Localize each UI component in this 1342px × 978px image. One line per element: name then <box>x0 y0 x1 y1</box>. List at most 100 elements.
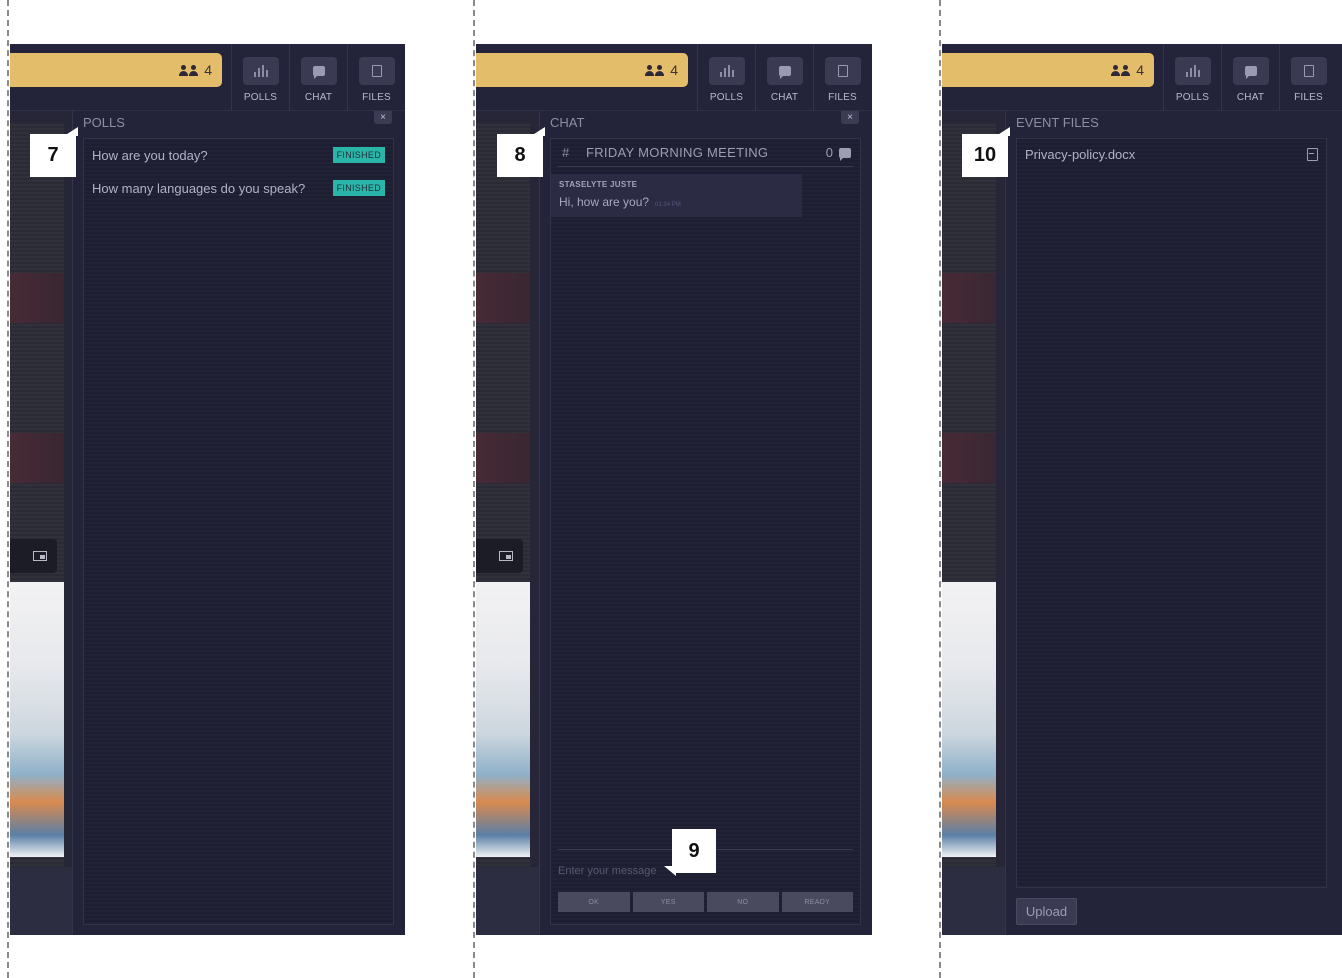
message-time: 01:34 PM <box>655 202 681 208</box>
chat-bubble-icon <box>839 147 851 161</box>
quick-reply-no-button[interactable]: NO <box>707 892 779 912</box>
file-icon <box>372 65 382 77</box>
message-author: STASELYTE JUSTE <box>559 180 638 189</box>
poll-icon <box>254 65 268 77</box>
picture-in-picture-icon[interactable] <box>33 551 47 561</box>
video-controls <box>476 539 523 573</box>
files-button[interactable] <box>1291 57 1327 85</box>
tab-label: FILES <box>1294 92 1323 103</box>
hash-icon: # <box>562 145 570 160</box>
page: 4 POLLS CHAT FILES POLLS × How are you t… <box>0 0 1342 978</box>
close-button[interactable]: × <box>374 111 392 124</box>
chat-button[interactable] <box>767 57 803 85</box>
callout-pointer <box>64 127 78 136</box>
tab-files[interactable]: FILES <box>813 44 871 111</box>
file-icon <box>838 65 848 77</box>
tab-chat[interactable]: CHAT <box>289 44 347 111</box>
event-bar: 4 <box>476 53 688 87</box>
file-item[interactable]: Privacy-policy.docx <box>1025 143 1318 165</box>
message-count: 0 <box>825 145 833 160</box>
polls-panel: POLLS × How are you today? FINISHED How … <box>72 111 405 935</box>
chat-panel: CHAT × # FRIDAY MORNING MEETING 0 STASEL… <box>539 111 872 935</box>
bottom-bar <box>942 867 1005 935</box>
tab-files[interactable]: FILES <box>1279 44 1337 111</box>
callout-pointer <box>531 127 545 136</box>
download-file-icon[interactable] <box>1307 147 1318 161</box>
dashed-divider <box>473 0 475 978</box>
video-strip <box>476 111 539 935</box>
tab-label: POLLS <box>243 92 278 103</box>
participant-count: 4 <box>1136 62 1144 78</box>
poll-question: How many languages do you speak? <box>92 180 306 196</box>
participants-indicator[interactable]: 4 <box>1111 62 1144 78</box>
poll-item[interactable]: How are you today? FINISHED <box>92 141 385 169</box>
bottom-bar <box>10 867 73 935</box>
participant-video <box>476 582 530 857</box>
participant-count: 4 <box>670 62 678 78</box>
callout-badge: 8 <box>497 134 543 177</box>
polls-button[interactable] <box>709 57 745 85</box>
panel-title: POLLS <box>83 115 125 130</box>
participants-indicator[interactable]: 4 <box>179 62 212 78</box>
tab-label: CHAT <box>1236 92 1265 103</box>
message-text-line: Hi, how are you? 01:34 PM <box>559 195 681 209</box>
channel-header[interactable]: # FRIDAY MORNING MEETING 0 <box>558 139 853 167</box>
dashed-divider <box>7 0 9 978</box>
video-detail <box>942 433 996 483</box>
chat-icon <box>779 66 791 79</box>
close-button[interactable]: × <box>841 111 859 124</box>
top-bar: 4 POLLS CHAT FILES <box>10 44 405 111</box>
tab-chat[interactable]: CHAT <box>1221 44 1279 111</box>
tab-polls[interactable]: POLLS <box>1163 44 1221 111</box>
channel-name: FRIDAY MORNING MEETING <box>586 145 769 160</box>
files-button[interactable] <box>825 57 861 85</box>
chat-button[interactable] <box>301 57 337 85</box>
tab-label: FILES <box>828 92 857 103</box>
status-badge: FINISHED <box>332 147 385 163</box>
files-button[interactable] <box>359 57 395 85</box>
file-icon <box>1304 65 1314 77</box>
callout-pointer <box>996 127 1010 136</box>
dashed-divider <box>939 0 941 978</box>
poll-icon <box>720 65 734 77</box>
callout-pointer <box>664 866 676 876</box>
quick-reply-ok-button[interactable]: OK <box>558 892 630 912</box>
tab-polls[interactable]: POLLS <box>697 44 755 111</box>
tab-label: POLLS <box>1175 92 1210 103</box>
tab-files[interactable]: FILES <box>347 44 405 111</box>
tab-chat[interactable]: CHAT <box>755 44 813 111</box>
poll-icon <box>1186 65 1200 77</box>
message-text: Hi, how are you? <box>559 195 650 209</box>
participants-indicator[interactable]: 4 <box>645 62 678 78</box>
chat-icon <box>313 66 325 79</box>
quick-reply-yes-button[interactable]: YES <box>632 892 704 912</box>
participant-count: 4 <box>204 62 212 78</box>
tab-label: FILES <box>362 92 391 103</box>
video-strip <box>942 111 1005 935</box>
top-bar: 4 POLLS CHAT FILES <box>942 44 1342 111</box>
polls-list: How are you today? FINISHED How many lan… <box>83 138 394 925</box>
event-bar: 4 <box>10 53 222 87</box>
polls-button[interactable] <box>243 57 279 85</box>
tab-label: CHAT <box>304 92 333 103</box>
chat-body: # FRIDAY MORNING MEETING 0 STASELYTE JUS… <box>550 138 861 925</box>
poll-item[interactable]: How many languages do you speak? FINISHE… <box>92 174 385 202</box>
app-window-chat: 4 POLLS CHAT FILES CHAT × # FRIDAY MORNI… <box>476 44 872 935</box>
message-input[interactable] <box>558 861 758 881</box>
chat-message: STASELYTE JUSTE Hi, how are you? 01:34 PM <box>551 174 802 217</box>
chat-button[interactable] <box>1233 57 1269 85</box>
people-icon <box>1111 64 1131 76</box>
panel-title: CHAT <box>550 115 585 130</box>
polls-button[interactable] <box>1175 57 1211 85</box>
callout-badge: 7 <box>30 134 76 177</box>
picture-in-picture-icon[interactable] <box>499 551 513 561</box>
upload-button[interactable]: Upload <box>1016 898 1077 925</box>
files-list: Privacy-policy.docx <box>1016 138 1327 888</box>
app-window-polls: 4 POLLS CHAT FILES POLLS × How are you t… <box>10 44 405 935</box>
tab-polls[interactable]: POLLS <box>231 44 289 111</box>
video-strip <box>10 111 73 935</box>
tab-label: POLLS <box>709 92 744 103</box>
video-detail <box>10 273 64 323</box>
video-detail <box>476 273 530 323</box>
quick-reply-ready-button[interactable]: READY <box>781 892 853 912</box>
